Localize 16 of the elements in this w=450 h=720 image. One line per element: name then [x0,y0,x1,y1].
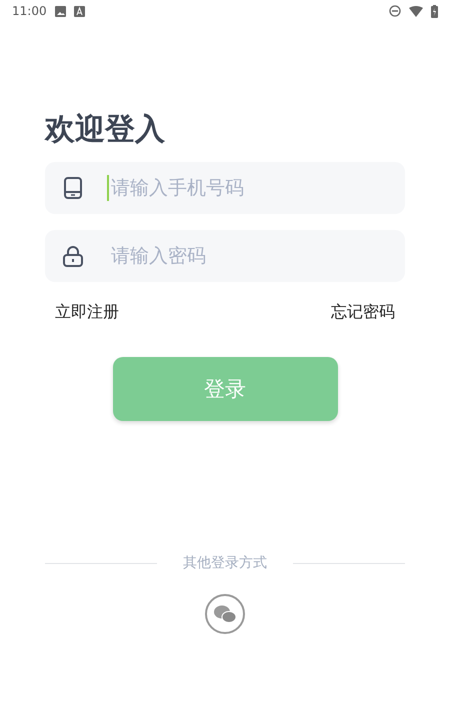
text-link[interactable]: 忘记密码 [331,302,395,323]
chat-login-button[interactable] [205,594,245,634]
wifi-icon [409,6,423,16]
other-login-label: 其他登录方式 [183,554,267,572]
page-title: 欢迎登入 [45,111,166,149]
phone-icon [63,177,83,199]
font-icon [74,6,85,16]
chat-bubbles-icon [213,604,237,624]
do-not-disturb-icon [389,5,401,17]
phone-field[interactable]: 请输入手机号码 [45,162,405,214]
password-field[interactable]: 请输入密码 [45,230,405,282]
lock-icon [63,245,83,267]
status-time: 11:00 [12,4,47,18]
battery-icon [431,4,438,18]
image-icon [54,6,66,16]
text-link[interactable]: 立即注册 [55,302,119,323]
